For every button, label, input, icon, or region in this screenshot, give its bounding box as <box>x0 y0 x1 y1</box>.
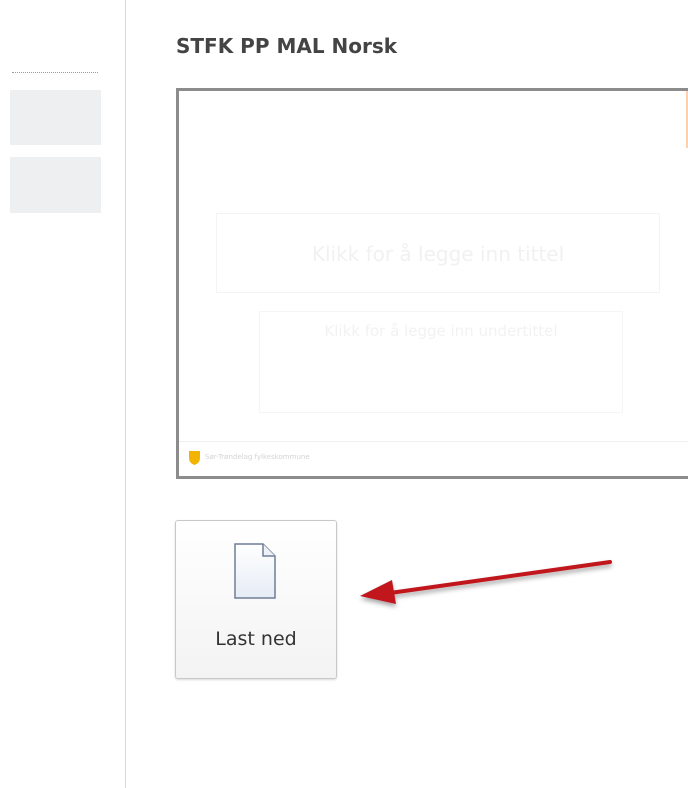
title-placeholder: Klikk for å legge inn tittel <box>216 213 660 293</box>
download-label: Last ned <box>215 628 297 650</box>
document-icon <box>234 543 276 599</box>
template-preview: Klikk for å legge inn tittel Klikk for å… <box>176 88 688 479</box>
page-title: STFK PP MAL Norsk <box>176 34 398 58</box>
subtitle-placeholder-text: Klikk for å legge inn undertittel <box>324 322 558 340</box>
title-placeholder-text: Klikk for å legge inn tittel <box>311 242 565 266</box>
backstage-view: STFK PP MAL Norsk Klikk for å legge inn … <box>0 0 688 788</box>
download-button[interactable]: Last ned <box>175 520 337 679</box>
shield-logo-icon <box>189 451 200 465</box>
footer-divider <box>179 441 688 442</box>
footer-text: Sør-Trøndelag fylkeskommune <box>205 453 310 461</box>
sidebar-item-2[interactable] <box>10 157 101 213</box>
sidebar-divider <box>12 72 98 73</box>
sidebar-item-1[interactable] <box>10 90 101 145</box>
subtitle-placeholder: Klikk for å legge inn undertittel <box>259 311 623 413</box>
slide-canvas: Klikk for å legge inn tittel Klikk for å… <box>179 91 688 476</box>
backstage-sidebar <box>0 0 126 788</box>
red-arrow-annotation <box>360 560 612 604</box>
